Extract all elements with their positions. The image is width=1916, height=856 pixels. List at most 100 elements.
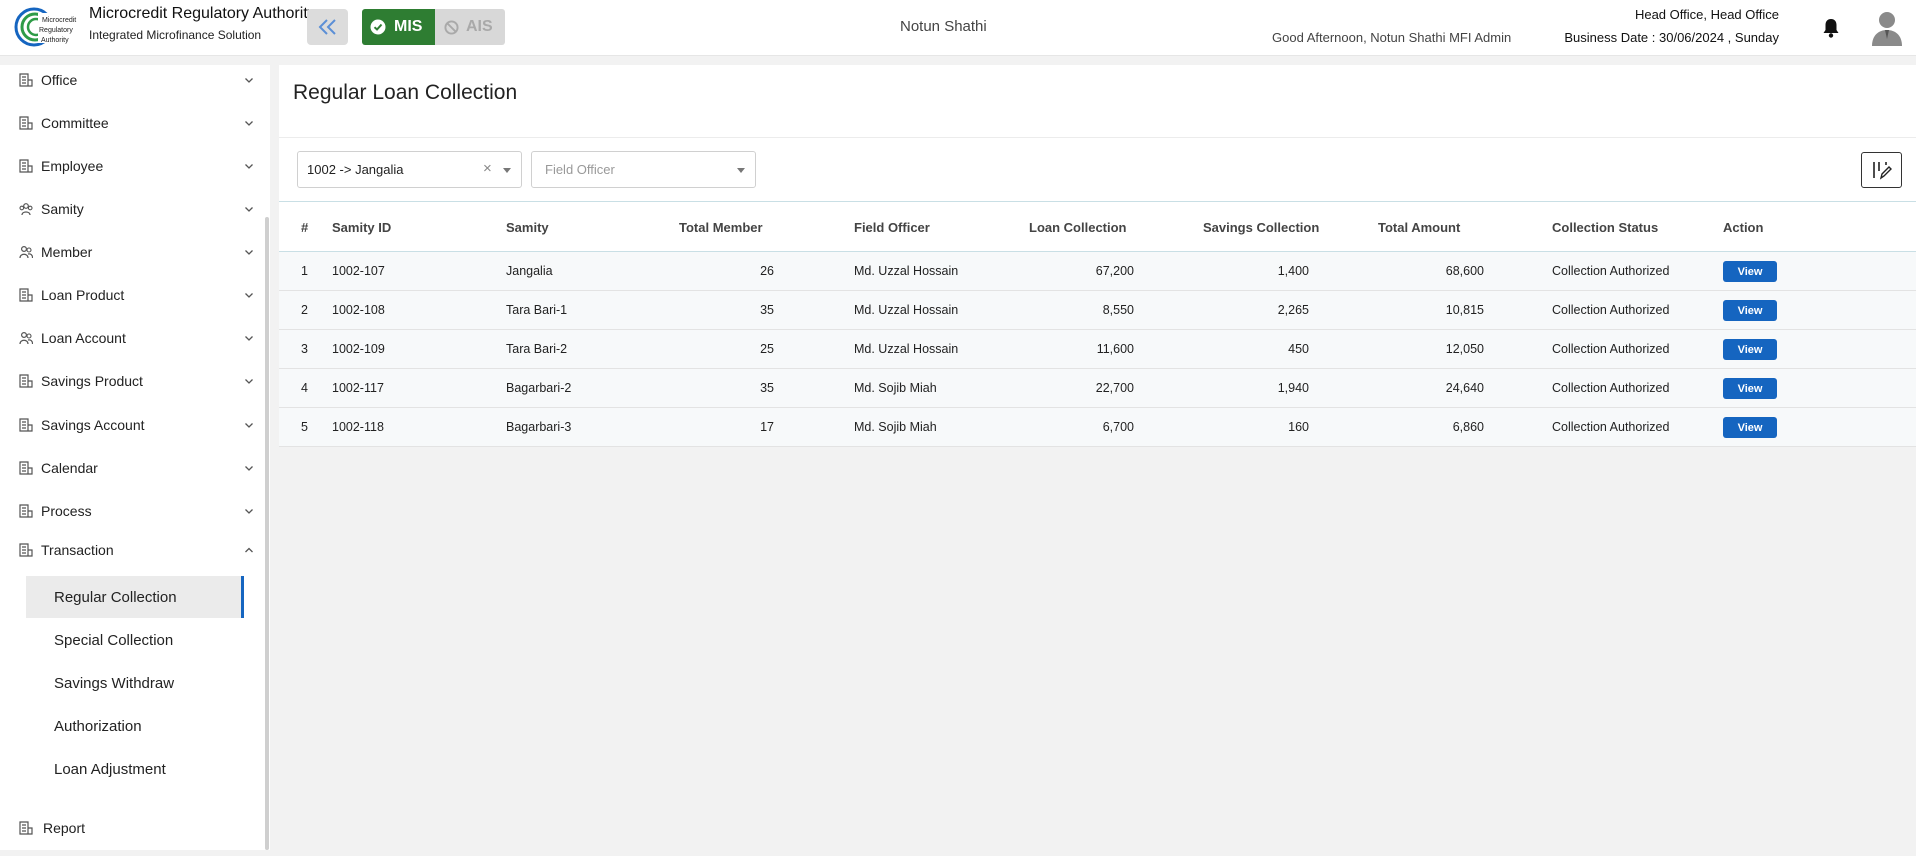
total-amount-cell: 12,050 (1445, 342, 1484, 356)
sidebar-subitem-authorization[interactable]: Authorization (26, 705, 244, 747)
ais-toggle-button[interactable]: AIS (435, 9, 505, 45)
field-officer-select[interactable]: Field Officer (531, 151, 756, 188)
loan-collection-cell: 8,550 (1102, 303, 1134, 317)
column-header[interactable]: Collection Status (1552, 220, 1658, 235)
sidebar-subitem-label: Savings Withdraw (54, 674, 175, 692)
sidebar-item-samity[interactable]: Samity (0, 189, 262, 229)
sidebar-item-savings-account[interactable]: Savings Account (0, 405, 262, 445)
sidebar-subitem-label: Special Collection (54, 631, 174, 649)
total-member-cell: 35 (760, 381, 774, 395)
clear-icon[interactable]: × (483, 160, 492, 177)
column-header[interactable]: # (301, 220, 308, 235)
column-header[interactable]: Total Member (679, 220, 763, 235)
sidebar-item-label: Calendar (41, 460, 98, 476)
collection-status-cell: Collection Authorized (1552, 303, 1670, 317)
chevron-up-icon (245, 547, 253, 553)
view-button[interactable]: View (1723, 417, 1777, 438)
sidebar-subitem-label: Loan Adjustment (54, 760, 166, 778)
organization-name: Notun Shathi (900, 18, 987, 35)
edit-columns-icon (1872, 162, 1892, 180)
total-member-cell: 17 (760, 420, 774, 434)
sidebar-subitem-special-collection[interactable]: Special Collection (26, 619, 244, 661)
row-number: 5 (301, 420, 308, 434)
collection-status-cell: Collection Authorized (1552, 420, 1670, 434)
column-header[interactable]: Samity ID (332, 220, 391, 235)
field-officer-cell: Md. Uzzal Hossain (854, 342, 959, 356)
field-officer-cell: Md. Sojib Miah (854, 381, 937, 395)
chevron-down-icon[interactable] (503, 168, 511, 173)
view-button[interactable]: View (1723, 378, 1777, 399)
branch-select[interactable]: 1002 -> Jangalia × (297, 151, 522, 188)
building-icon (19, 73, 33, 87)
view-button[interactable]: View (1723, 300, 1777, 321)
collection-status-cell: Collection Authorized (1552, 342, 1670, 356)
sidebar-item-office[interactable]: Office (0, 60, 262, 100)
savings-collection-cell: 2,265 (1277, 303, 1309, 317)
table-header: # Samity ID Samity Total Member Field Office… (279, 202, 1916, 252)
notification-bell-icon[interactable] (1821, 17, 1841, 39)
loan-collection-cell: 67,200 (1095, 264, 1134, 278)
sidebar-item-loan-product[interactable]: Loan Product (0, 275, 262, 315)
sidebar-item-transaction[interactable]: Transaction (0, 530, 262, 570)
sidebar-item-label: Samity (41, 201, 84, 217)
column-header[interactable]: Field Officer (854, 220, 930, 235)
building-icon (19, 461, 33, 475)
chevron-down-icon (245, 207, 253, 212)
sidebar-item-employee[interactable]: Employee (0, 146, 262, 186)
column-settings-button[interactable] (1861, 152, 1902, 188)
user-avatar-icon[interactable] (1869, 9, 1905, 47)
sidebar-scrollbar[interactable] (265, 217, 269, 850)
view-button[interactable]: View (1723, 339, 1777, 360)
samity-id-cell: 1002-118 (332, 420, 384, 434)
group-icon (19, 203, 33, 216)
building-icon (19, 116, 33, 130)
sidebar-item-report[interactable]: Report (0, 808, 262, 848)
sidebar-subitem-loan-adjustment[interactable]: Loan Adjustment (26, 748, 244, 790)
column-header[interactable]: Loan Collection (1029, 220, 1127, 235)
column-header[interactable]: Action (1723, 220, 1763, 235)
sidebar-item-label: Committee (41, 115, 109, 131)
row-number: 4 (301, 381, 308, 395)
logo-text-2: Regulatory (39, 27, 73, 34)
table-body: 1 1002-107 Jangalia 26 Md. Uzzal Hossain 67,2… (279, 252, 1916, 447)
brand-title: Microcredit Regulatory Authority (89, 5, 316, 22)
sidebar-item-label: Transaction (41, 542, 114, 558)
savings-collection-cell: 1,400 (1277, 264, 1309, 278)
users-icon (19, 245, 33, 259)
sidebar-item-label: Process (41, 503, 92, 519)
field-officer-cell: Md. Sojib Miah (854, 420, 937, 434)
chevron-down-icon (245, 78, 253, 83)
mis-toggle-button[interactable]: MIS (362, 9, 435, 45)
sidebar-item-process[interactable]: Process (0, 491, 262, 531)
table-row: 2 1002-108 Tara Bari-1 35 Md. Uzzal Hossain 8… (279, 291, 1916, 330)
sidebar-item-loan-account[interactable]: Loan Account (0, 318, 262, 358)
sidebar-item-label: Report (43, 820, 86, 836)
ais-label: AIS (466, 18, 493, 35)
samity-name-cell: Bagarbari-3 (506, 420, 572, 434)
collapse-sidebar-button[interactable] (307, 9, 348, 45)
sidebar-item-committee[interactable]: Committee (0, 103, 262, 143)
sidebar-subitem-savings-withdraw[interactable]: Savings Withdraw (26, 662, 244, 704)
column-header[interactable]: Total Amount (1378, 220, 1460, 235)
building-icon (19, 374, 33, 388)
sidebar-item-calendar[interactable]: Calendar (0, 448, 262, 488)
view-button[interactable]: View (1723, 261, 1777, 282)
chevron-down-icon (245, 250, 253, 255)
sidebar-subitem-regular-collection[interactable]: Regular Collection (26, 576, 244, 618)
row-number: 1 (301, 264, 308, 278)
column-header[interactable]: Samity (506, 220, 549, 235)
total-member-cell: 35 (760, 303, 774, 317)
savings-collection-cell: 1,940 (1277, 381, 1309, 395)
sidebar-item-member[interactable]: Member (0, 232, 262, 272)
samity-id-cell: 1002-108 (332, 303, 385, 317)
building-icon (19, 543, 33, 557)
total-member-cell: 26 (760, 264, 774, 278)
sidebar-item-savings-product[interactable]: Savings Product (0, 361, 262, 401)
users-icon (19, 331, 33, 345)
chevron-down-icon[interactable] (737, 168, 745, 173)
column-header[interactable]: Savings Collection (1203, 220, 1319, 235)
loan-collection-cell: 22,700 (1095, 381, 1134, 395)
blocked-icon (444, 19, 459, 35)
sidebar-item-label: Loan Product (41, 287, 125, 303)
divider (279, 137, 1916, 138)
